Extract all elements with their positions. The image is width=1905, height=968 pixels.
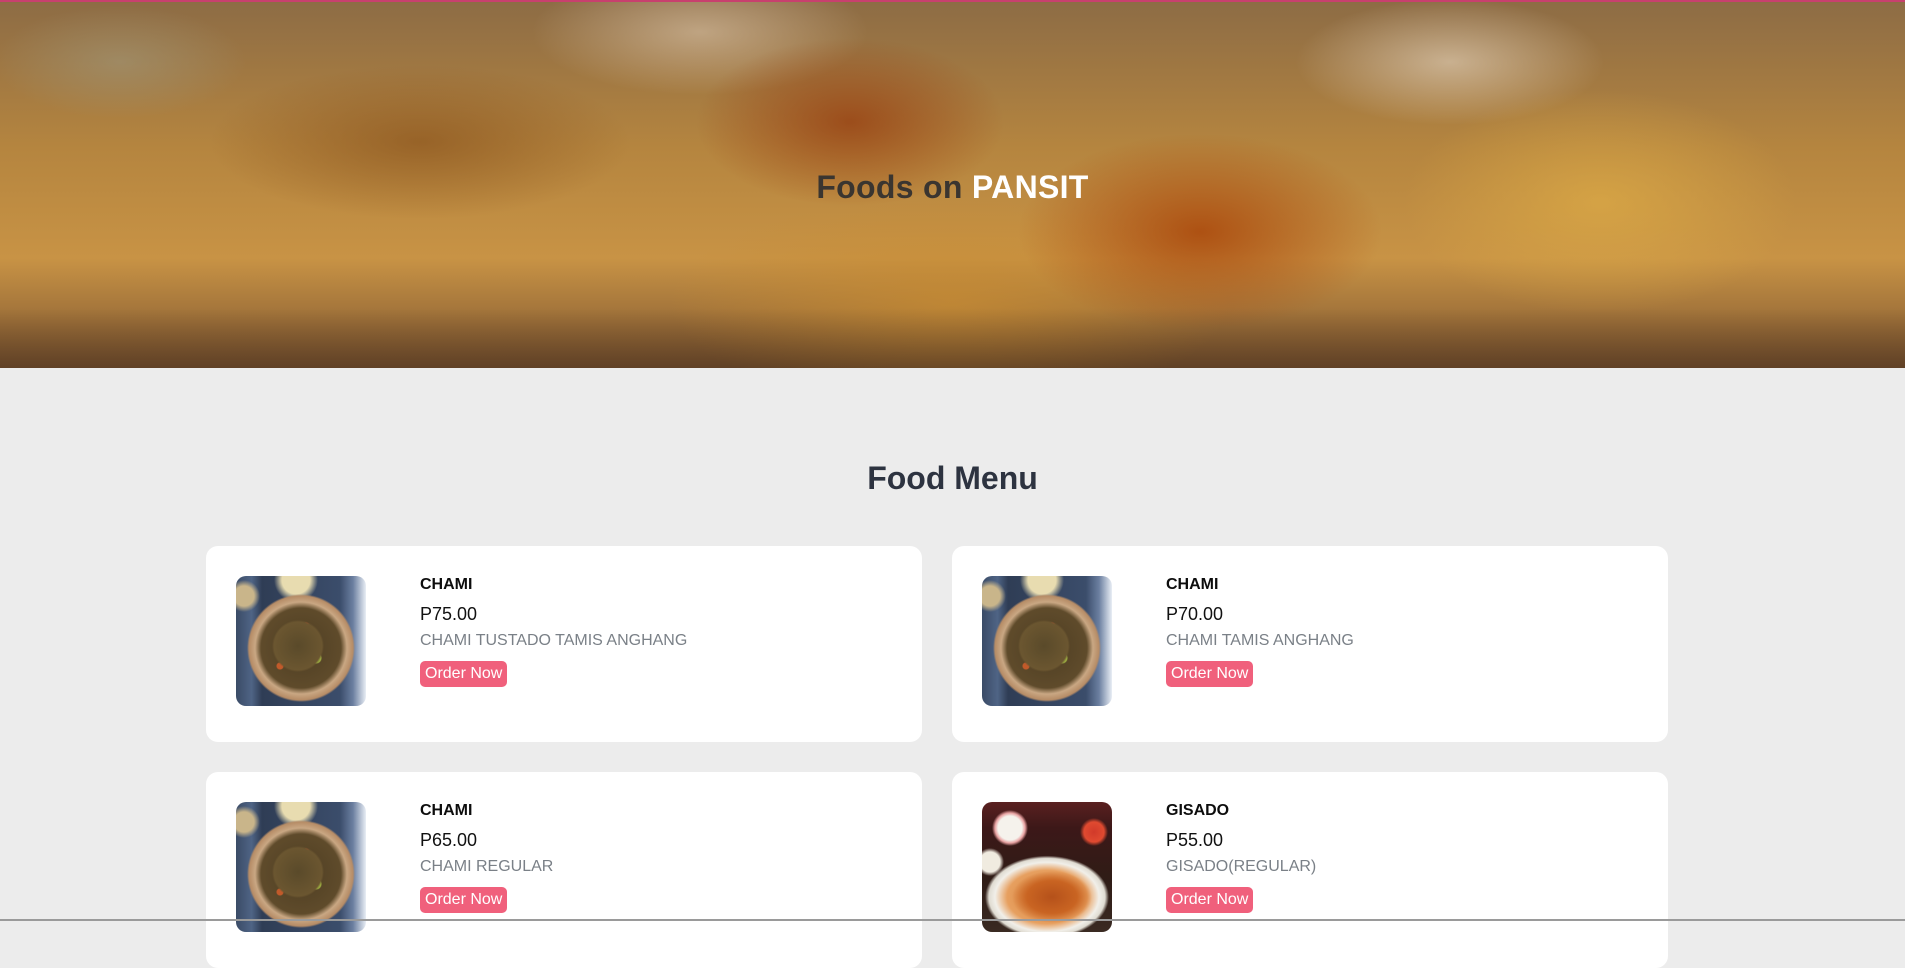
food-image bbox=[982, 802, 1112, 932]
order-now-button[interactable]: Order Now bbox=[1166, 661, 1254, 687]
food-description: CHAMI TAMIS ANGHANG bbox=[1166, 632, 1354, 649]
food-name: CHAMI bbox=[420, 576, 473, 593]
order-now-button[interactable]: Order Now bbox=[1166, 887, 1254, 913]
menu-card: CHAMI P75.00 CHAMI TUSTADO TAMIS ANGHANG… bbox=[206, 546, 922, 742]
order-now-button[interactable]: Order Now bbox=[420, 661, 508, 687]
hero-title-prefix: Foods on bbox=[816, 169, 963, 206]
food-price: P70.00 bbox=[1166, 604, 1224, 624]
menu-card-body: CHAMI P65.00 CHAMI REGULAR Order Now bbox=[420, 801, 890, 913]
order-now-button[interactable]: Order Now bbox=[420, 887, 508, 913]
food-name: GISADO bbox=[1166, 802, 1230, 819]
menu-card-body: CHAMI P70.00 CHAMI TAMIS ANGHANG Order N… bbox=[1166, 575, 1636, 687]
hero-title: Foods on PANSIT bbox=[0, 169, 1905, 206]
food-description: CHAMI TUSTADO TAMIS ANGHANG bbox=[420, 632, 688, 649]
menu-card: CHAMI P70.00 CHAMI TAMIS ANGHANG Order N… bbox=[952, 546, 1668, 742]
hero-banner: Foods on PANSIT bbox=[0, 0, 1905, 368]
food-menu-title: Food Menu bbox=[867, 460, 1038, 496]
food-image bbox=[982, 576, 1112, 706]
food-image bbox=[236, 576, 366, 706]
menu-card: GISADO P55.00 GISADO(REGULAR) Order Now bbox=[952, 772, 1668, 968]
menu-card: CHAMI P65.00 CHAMI REGULAR Order Now bbox=[206, 772, 922, 968]
hero-title-highlight: PANSIT bbox=[971, 169, 1089, 206]
food-image bbox=[236, 802, 366, 932]
food-name: CHAMI bbox=[420, 802, 473, 819]
menu-card-body: CHAMI P75.00 CHAMI TUSTADO TAMIS ANGHANG… bbox=[420, 575, 890, 687]
food-description: CHAMI REGULAR bbox=[420, 858, 554, 875]
food-description: GISADO(REGULAR) bbox=[1166, 858, 1317, 875]
food-price: P65.00 bbox=[420, 830, 478, 850]
food-price: P55.00 bbox=[1166, 830, 1224, 850]
menu-card-body: GISADO P55.00 GISADO(REGULAR) Order Now bbox=[1166, 801, 1636, 913]
food-name: CHAMI bbox=[1166, 576, 1219, 593]
food-price: P75.00 bbox=[420, 604, 478, 624]
